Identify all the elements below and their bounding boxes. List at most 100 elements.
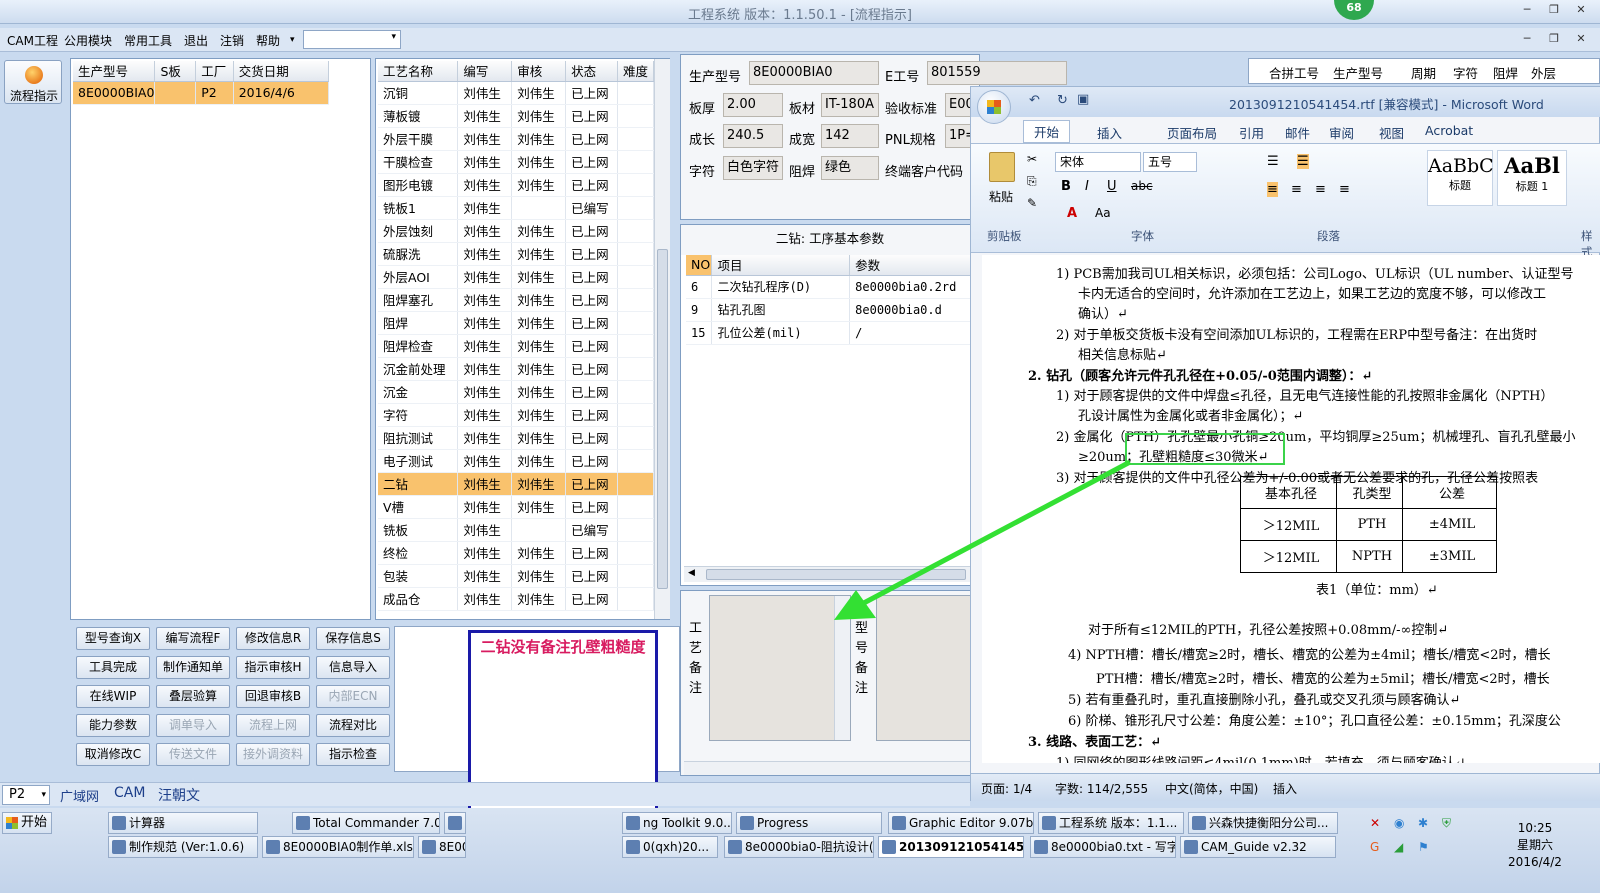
cell[interactable]: 刘伟生 [511,587,567,611]
cell[interactable]: 刘伟生 [457,242,513,266]
app-tray-icon[interactable]: G [1370,840,1379,854]
table-row[interactable]: 阻焊 刘伟生 刘伟生 已上网 [378,311,654,335]
ribbon-tab[interactable]: 审阅 [1329,123,1354,142]
cell[interactable]: 刘伟生 [511,104,567,128]
cell[interactable]: 刘伟生 [511,265,567,289]
cell[interactable]: 已上网 [565,380,619,404]
cell[interactable]: 刘伟生 [511,449,567,473]
action-button[interactable]: 内部ECN [316,685,390,708]
remarks-hscroll[interactable] [684,761,976,775]
font-name-combo[interactable]: 宋体 [1055,152,1141,172]
cell[interactable]: 阻焊塞孔 [378,288,459,312]
col-outer[interactable]: 外层 [1531,63,1556,82]
action-button[interactable]: 回退审核B [236,685,310,708]
cell[interactable] [511,196,567,220]
cell[interactable]: 刘伟生 [511,403,567,427]
cell[interactable]: 刘伟生 [511,564,567,588]
cell[interactable]: 已上网 [565,242,619,266]
cell[interactable]: 已编写 [565,196,619,220]
factory-combo[interactable]: P2 ▾ [2,785,50,805]
clock[interactable]: 10:25 星期六 2016/4/2 [1500,820,1570,871]
cell[interactable]: 刘伟生 [457,564,513,588]
cell[interactable]: 刘伟生 [457,265,513,289]
status-page[interactable]: 页面: 1/4 [981,780,1032,797]
cell[interactable]: 9 [686,298,713,322]
cell[interactable]: 外层干膜 [378,127,459,151]
col-mask[interactable]: 阻焊 [1493,63,1518,82]
status-words[interactable]: 字数: 114/2,555 [1055,780,1148,797]
cell[interactable]: 已上网 [565,81,619,105]
cell[interactable]: 刘伟生 [457,311,513,335]
col-status[interactable]: 状态 [565,61,619,82]
cell[interactable]: 刘伟生 [511,242,567,266]
menu-common-modules[interactable]: 公用模块 [64,32,112,49]
col-reviewer[interactable]: 审核 [511,61,567,82]
cell[interactable]: 二钻 [378,472,459,496]
cell[interactable]: 刘伟生 [457,495,513,519]
numbering-icon[interactable]: ☰ [1297,154,1309,169]
col-no[interactable]: NO [686,255,713,276]
action-button[interactable]: 调单导入 [156,714,230,737]
cell[interactable]: 已上网 [565,449,619,473]
action-button[interactable]: 型号查询Ⅹ [76,627,150,650]
menu-help[interactable]: 帮助 [256,32,280,49]
cell[interactable]: 已上网 [565,357,619,381]
table-row[interactable]: 外层干膜 刘伟生 刘伟生 已上网 [378,127,654,151]
cell[interactable]: 外层AOI [378,265,459,289]
ribbon-tab[interactable]: 开始 [1023,120,1071,143]
bluetooth-tray-icon[interactable]: ✱ [1418,816,1428,830]
cell[interactable]: 已上网 [565,104,619,128]
taskbar-item[interactable]: Total Commander 7.0 ... [292,812,440,834]
cell[interactable]: 刘伟生 [511,288,567,312]
taskbar-item[interactable]: g [444,812,466,834]
action-button[interactable]: 流程上网 [236,714,310,737]
cell[interactable]: 刘伟生 [511,127,567,151]
taskbar-item[interactable]: 计算器 [108,812,258,834]
action-button[interactable]: 叠层验算 [156,685,230,708]
flag-tray-icon[interactable]: ⚑ [1418,840,1429,854]
col-merge-job[interactable]: 合拼工号 [1269,63,1319,82]
action-button[interactable]: 保存信息S [316,627,390,650]
field-model[interactable]: 8E0000BIA0 [749,61,879,85]
change-case-icon[interactable]: Aa [1095,206,1111,220]
cell[interactable] [617,518,654,542]
underline-icon[interactable]: U [1107,179,1117,194]
cell[interactable] [617,564,654,588]
cell[interactable]: 已上网 [565,219,619,243]
field-soldermask[interactable]: 绿色 [821,156,879,180]
cell[interactable]: 刘伟生 [511,541,567,565]
taskbar-item[interactable]: 2013091210541454.... [878,836,1024,858]
table-row[interactable]: 终检 刘伟生 刘伟生 已上网 [378,541,654,565]
taskbar-item[interactable]: Progress [736,812,882,834]
col-author[interactable]: 编写 [457,61,513,82]
table-row[interactable]: 外层蚀刻 刘伟生 刘伟生 已上网 [378,219,654,243]
italic-icon[interactable]: I [1085,179,1089,194]
cell[interactable]: 刘伟生 [457,81,513,105]
field-ejob[interactable]: 801559 [927,61,1067,85]
cell[interactable]: 刘伟生 [457,541,513,565]
cell[interactable]: 刘伟生 [511,311,567,335]
cell[interactable]: 终检 [378,541,459,565]
cell[interactable]: 干膜检查 [378,150,459,174]
cell[interactable]: 钻孔孔图 [711,298,851,322]
taskbar-item[interactable]: 兴森快捷衡阳分公司... [1188,812,1338,834]
col-delivery[interactable]: 交货日期 [233,61,330,82]
cell[interactable] [617,242,654,266]
col-factory[interactable]: 工厂 [195,61,234,82]
field-width[interactable]: 142 [821,124,879,148]
redo-icon[interactable]: ↻ [1057,93,1068,108]
cell[interactable]: 刘伟生 [511,426,567,450]
cell[interactable]: 图形电镀 [378,173,459,197]
mdi-restore-icon[interactable]: ❐ [1545,32,1563,48]
close-tray-icon[interactable]: ✕ [1370,816,1380,830]
paragraph-tools[interactable]: ☰ ☰ ≡ ≡ ≡ ≡ [1267,152,1417,242]
cell[interactable] [617,196,654,220]
taskbar-item[interactable]: 8E0000BIA0制作单.xls ... [262,836,414,858]
action-button[interactable]: 编写流程F [156,627,230,650]
cell[interactable] [617,127,654,151]
table-row[interactable]: 图形电镀 刘伟生 刘伟生 已上网 [378,173,654,197]
bold-icon[interactable]: B [1061,179,1071,194]
ribbon-tab[interactable]: 引用 [1239,123,1264,142]
cell[interactable]: 阻抗测试 [378,426,459,450]
cell[interactable]: 刘伟生 [511,81,567,105]
